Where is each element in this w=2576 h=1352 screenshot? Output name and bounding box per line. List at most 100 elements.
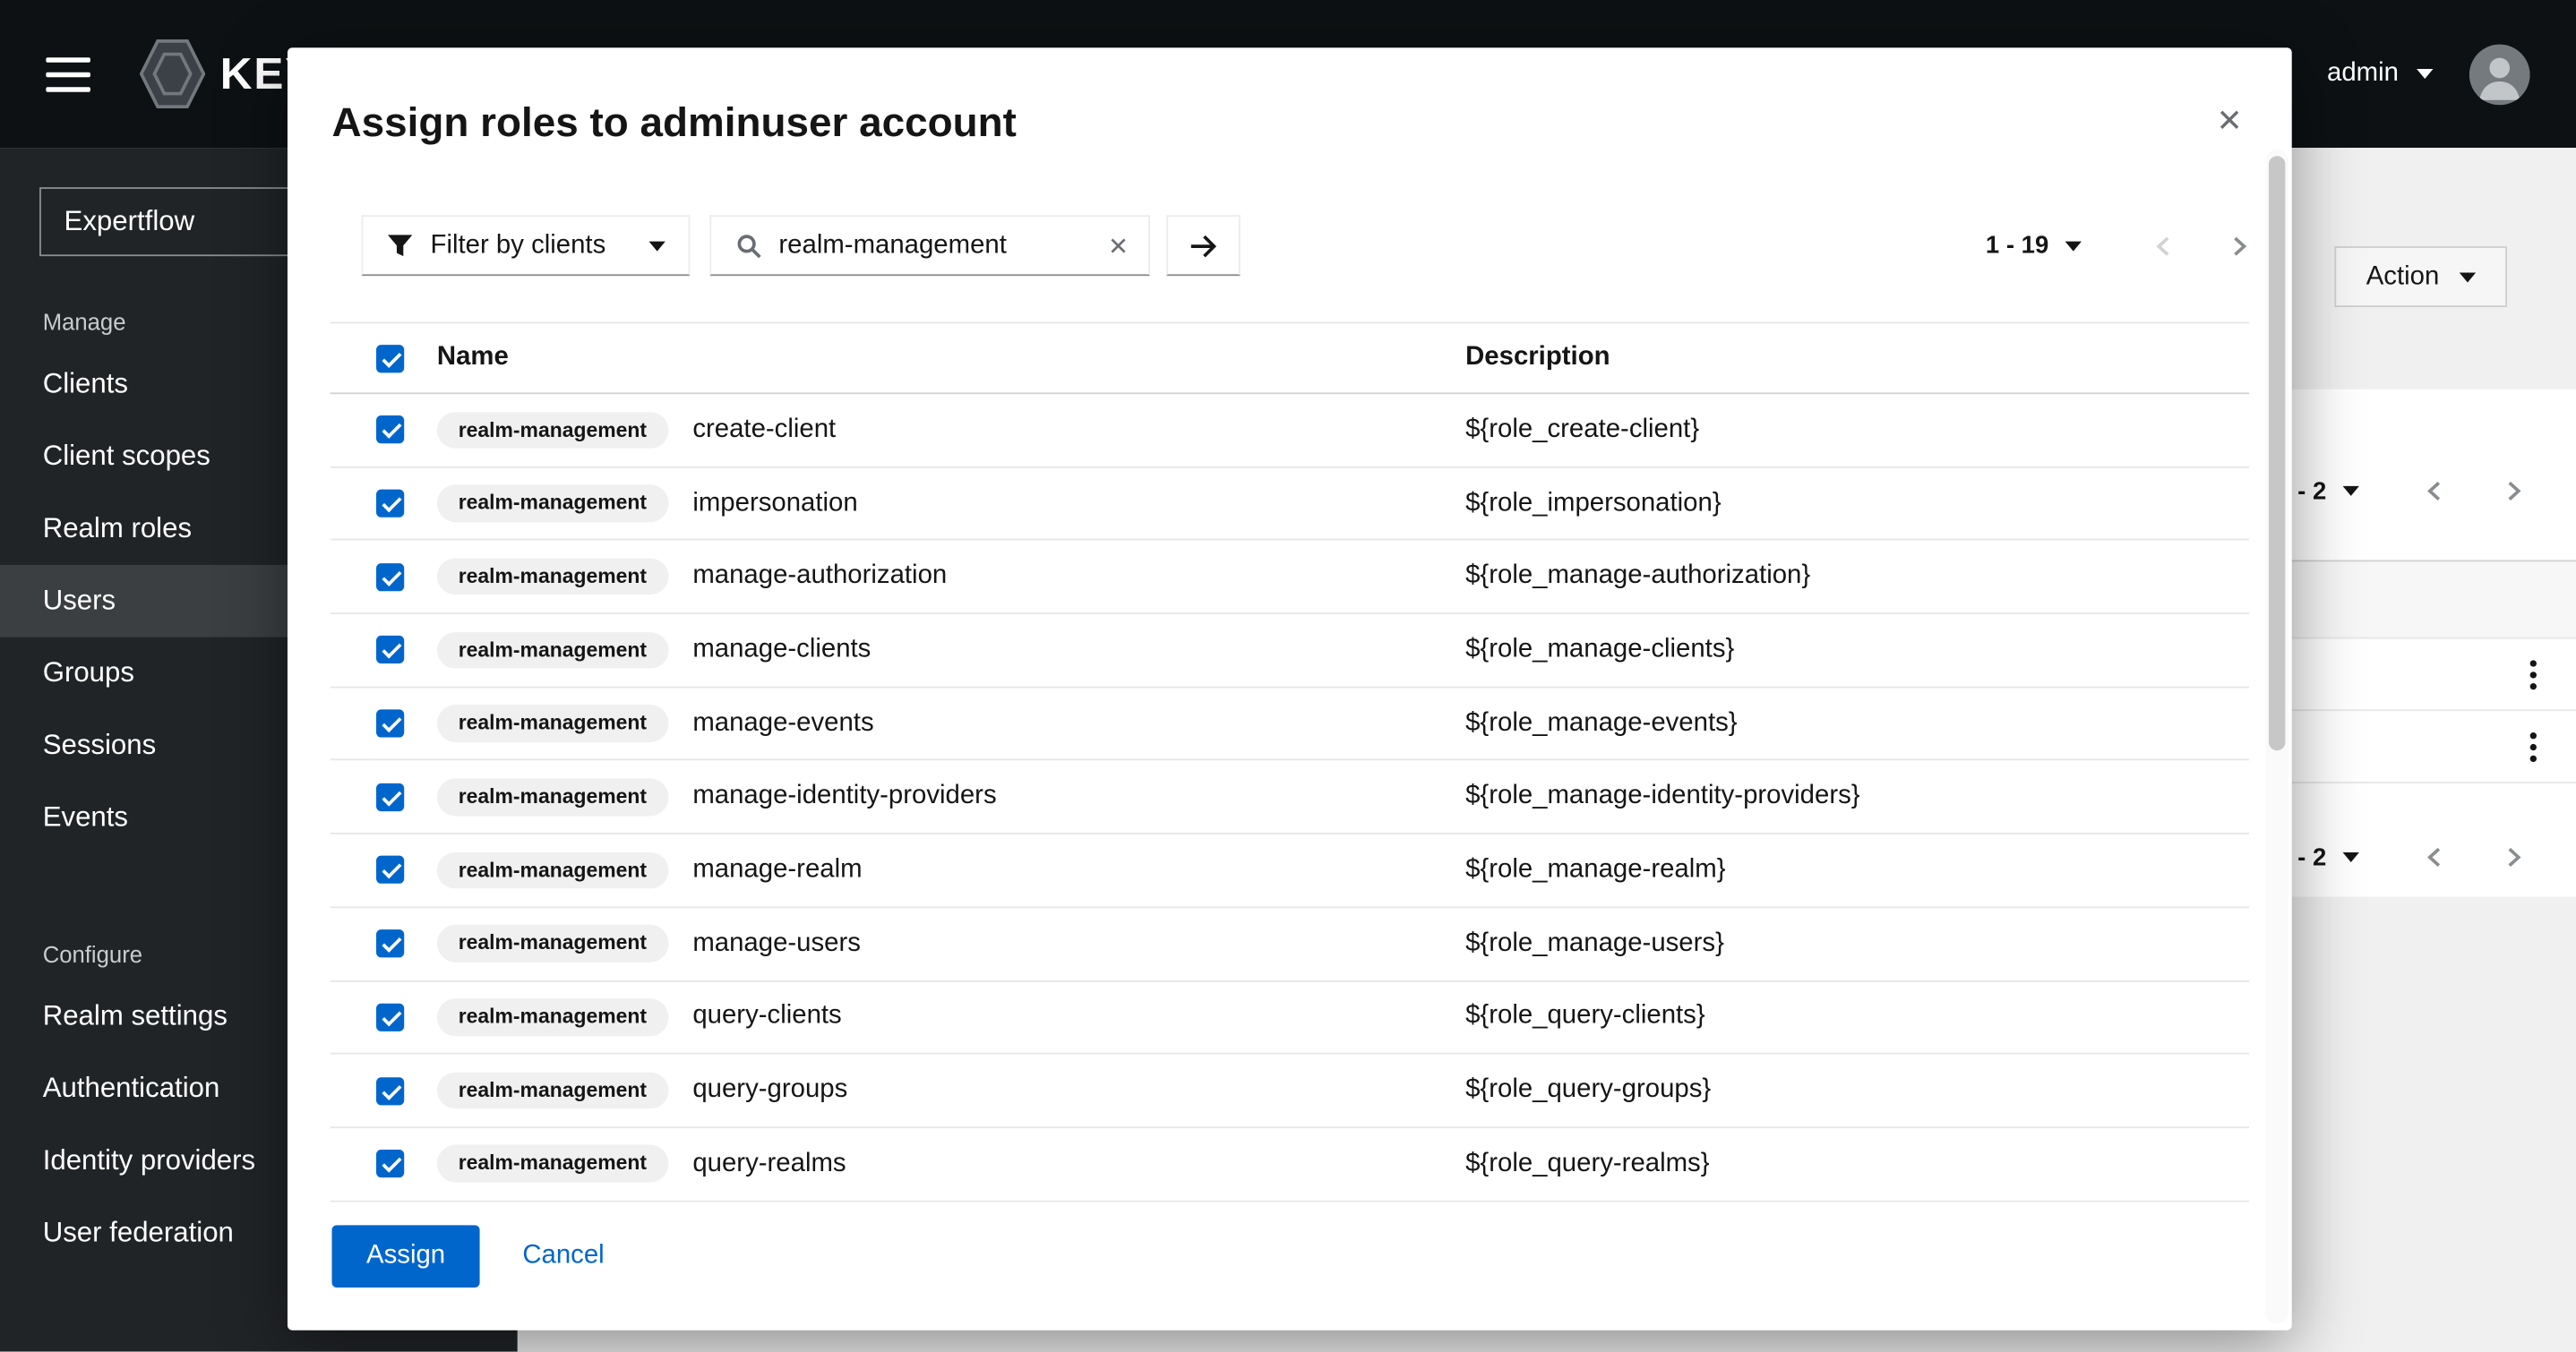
- masthead-right: admin: [2327, 44, 2530, 105]
- roles-table-header: Name Description: [331, 322, 2249, 395]
- role-row: realm-management query-realms ${role_que…: [331, 1128, 2249, 1202]
- role-description: ${role_query-groups}: [1465, 1075, 2249, 1105]
- role-client-pill: realm-management: [437, 485, 668, 522]
- role-row: realm-management manage-identity-provide…: [331, 761, 2249, 834]
- modal-title: Assign roles to adminuser account: [332, 97, 2194, 150]
- chevron-down-icon: [2417, 69, 2433, 79]
- realm-name: Expertflow: [64, 205, 195, 238]
- role-description: ${role_manage-authorization}: [1465, 562, 2249, 592]
- role-name: query-realms: [692, 1149, 846, 1178]
- chevron-down-icon: [2065, 241, 2082, 251]
- background-pagination-bottom: 1 - 2: [2277, 833, 2523, 882]
- avatar[interactable]: [2469, 44, 2530, 105]
- role-checkbox[interactable]: [376, 563, 404, 591]
- roles-table: Name Description realm-management create…: [331, 322, 2249, 1202]
- kebab-menu-icon[interactable]: [2523, 653, 2543, 696]
- next-page-icon[interactable]: [2229, 234, 2249, 257]
- modal-toolbar: Filter by clients ✕ 1 - 19: [362, 215, 2249, 276]
- role-client-pill: realm-management: [437, 998, 668, 1035]
- chevron-down-icon: [649, 241, 665, 251]
- search-input[interactable]: [778, 231, 1091, 261]
- roles-table-body: realm-management create-client ${role_cr…: [331, 394, 2249, 1202]
- close-icon[interactable]: ✕: [2216, 107, 2242, 138]
- role-checkbox[interactable]: [376, 1150, 404, 1177]
- role-row: realm-management query-clients ${role_qu…: [331, 981, 2249, 1055]
- search-icon: [736, 233, 762, 259]
- chevron-down-icon: [2343, 486, 2359, 496]
- previous-page-icon[interactable]: [2425, 846, 2444, 869]
- role-checkbox[interactable]: [376, 1076, 404, 1104]
- role-name: manage-realm: [692, 856, 862, 886]
- role-description: ${role_query-realms}: [1465, 1149, 2249, 1178]
- pagination-range[interactable]: 1 - 19: [1986, 232, 2048, 260]
- next-page-icon[interactable]: [2503, 846, 2523, 869]
- role-row: realm-management create-client ${role_cr…: [331, 394, 2249, 467]
- column-header-description: Description: [1465, 343, 2249, 372]
- role-row: realm-management manage-users ${role_man…: [331, 908, 2249, 981]
- cancel-button[interactable]: Cancel: [522, 1241, 604, 1271]
- role-row: realm-management manage-events ${role_ma…: [331, 688, 2249, 761]
- role-client-pill: realm-management: [437, 412, 668, 449]
- role-row: realm-management impersonation ${role_im…: [331, 467, 2249, 541]
- role-name: manage-identity-providers: [692, 783, 996, 812]
- role-description: ${role_manage-users}: [1465, 929, 2249, 959]
- assign-roles-modal: ✕ Assign roles to adminuser account Filt…: [288, 47, 2292, 1331]
- person-icon: [2469, 44, 2530, 105]
- role-client-pill: realm-management: [437, 559, 668, 595]
- column-header-name: Name: [437, 343, 1465, 372]
- role-client-pill: realm-management: [437, 706, 668, 742]
- role-description: ${role_manage-clients}: [1465, 636, 2249, 665]
- search-input-wrap: ✕: [709, 215, 1150, 276]
- role-checkbox[interactable]: [376, 856, 404, 884]
- role-client-pill: realm-management: [437, 632, 668, 669]
- user-name: admin: [2327, 59, 2399, 89]
- modal-footer: Assign Cancel: [332, 1225, 2250, 1288]
- role-description: ${role_manage-events}: [1465, 709, 2249, 739]
- role-checkbox[interactable]: [376, 637, 404, 664]
- role-name: manage-clients: [692, 636, 871, 665]
- role-checkbox[interactable]: [376, 490, 404, 518]
- arrow-right-icon: [1189, 234, 1218, 257]
- previous-page-icon[interactable]: [2154, 234, 2174, 257]
- role-description: ${role_impersonation}: [1465, 489, 2249, 518]
- role-checkbox[interactable]: [376, 783, 404, 811]
- role-name: manage-events: [692, 709, 873, 739]
- chevron-down-icon: [2459, 272, 2475, 282]
- role-client-pill: realm-management: [437, 925, 668, 962]
- chevron-down-icon: [2343, 852, 2359, 862]
- role-row: realm-management query-groups ${role_que…: [331, 1055, 2249, 1128]
- filter-by-clients-dropdown[interactable]: Filter by clients: [362, 215, 691, 276]
- user-menu[interactable]: admin: [2327, 59, 2433, 89]
- role-checkbox[interactable]: [376, 416, 404, 444]
- role-description: ${role_create-client}: [1465, 415, 2249, 445]
- modal-pagination: 1 - 19: [1986, 232, 2249, 260]
- role-row: realm-management manage-clients ${role_m…: [331, 614, 2249, 688]
- role-row: realm-management manage-authorization ${…: [331, 541, 2249, 614]
- filter-label: Filter by clients: [431, 231, 606, 261]
- next-page-icon[interactable]: [2503, 480, 2523, 503]
- role-name: manage-authorization: [692, 562, 947, 592]
- screen: KEYCLOAK admin Expertflow ManageClientsC…: [0, 0, 2576, 1352]
- role-name: create-client: [692, 415, 836, 445]
- role-checkbox[interactable]: [376, 929, 404, 957]
- kebab-menu-icon[interactable]: [2523, 725, 2543, 768]
- role-checkbox[interactable]: [376, 1003, 404, 1031]
- modal-scrollbar-thumb[interactable]: [2269, 156, 2285, 750]
- role-name: manage-users: [692, 929, 861, 959]
- assign-button[interactable]: Assign: [332, 1225, 480, 1288]
- filter-icon: [388, 234, 413, 257]
- select-all-checkbox[interactable]: [376, 344, 404, 372]
- role-client-pill: realm-management: [437, 851, 668, 888]
- role-checkbox[interactable]: [376, 710, 404, 738]
- role-client-pill: realm-management: [437, 1072, 668, 1108]
- previous-page-icon[interactable]: [2425, 480, 2444, 503]
- keycloak-hexagon-icon: [140, 38, 205, 110]
- clear-search-icon[interactable]: ✕: [1108, 231, 1129, 261]
- role-description: ${role_query-clients}: [1465, 1002, 2249, 1031]
- role-name: impersonation: [692, 489, 857, 518]
- action-dropdown[interactable]: Action: [2334, 246, 2507, 307]
- search-submit-button[interactable]: [1166, 215, 1241, 276]
- role-name: query-clients: [692, 1002, 841, 1031]
- nav-toggle-icon[interactable]: [46, 56, 90, 91]
- role-description: ${role_manage-identity-providers}: [1465, 783, 2249, 812]
